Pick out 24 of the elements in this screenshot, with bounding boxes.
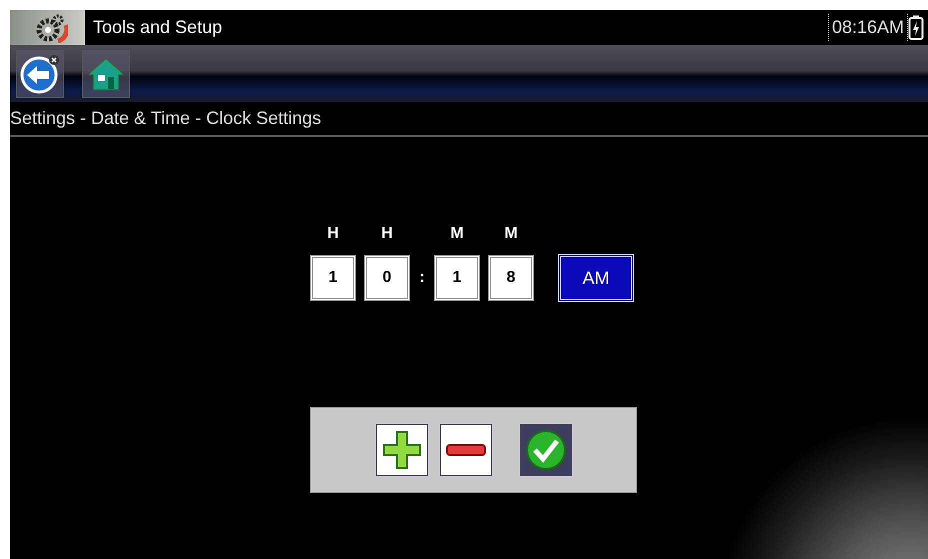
plus-button[interactable] <box>376 424 428 476</box>
digit-field[interactable]: 0 <box>364 255 410 301</box>
minus-icon <box>444 442 488 458</box>
gear-icon <box>10 10 85 45</box>
digit-field[interactable]: 1 <box>434 255 480 301</box>
home-button[interactable] <box>82 50 130 98</box>
time-separator: : <box>418 268 426 288</box>
breadcrumb: Settings - Date & Time - Clock Settings <box>10 107 322 130</box>
digit-field[interactable]: 8 <box>488 255 534 301</box>
digit-field[interactable]: 1 <box>310 255 356 301</box>
digit-label: M <box>503 224 519 244</box>
checkmark-icon <box>524 428 568 472</box>
digit-label: H <box>326 224 340 244</box>
digit-label: M <box>449 224 465 244</box>
digit-label: H <box>380 224 394 244</box>
back-button[interactable] <box>16 50 64 98</box>
confirm-button[interactable] <box>520 424 572 476</box>
am-pm-toggle[interactable]: AM <box>558 254 634 302</box>
home-icon <box>88 56 124 90</box>
minus-button[interactable] <box>440 424 492 476</box>
back-arrow-icon <box>19 52 61 94</box>
battery-icon <box>908 14 924 40</box>
app-title: Tools and Setup <box>93 16 222 39</box>
clock-time: 08:16AM <box>828 14 908 41</box>
